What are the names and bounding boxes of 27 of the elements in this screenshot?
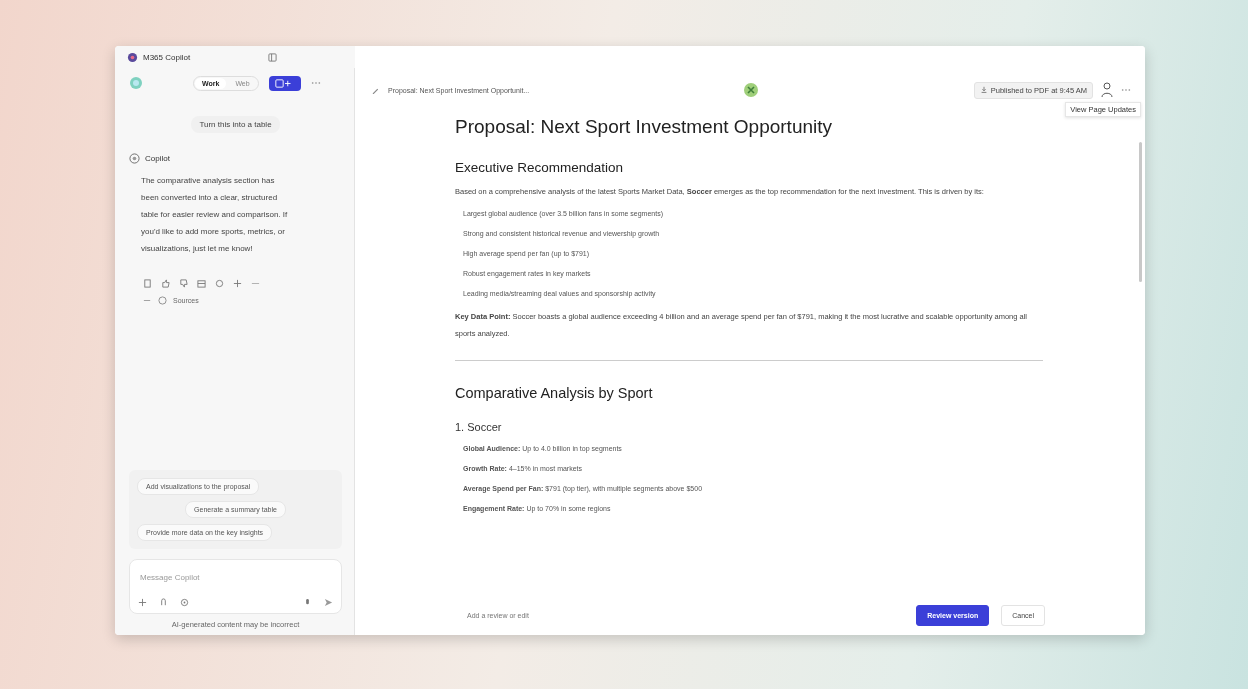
assistant-name: Copilot xyxy=(145,154,170,163)
add-icon[interactable] xyxy=(233,279,242,288)
copilot-logo-icon[interactable] xyxy=(129,76,143,90)
app-logo-icon xyxy=(127,51,138,63)
window-title: M365 Copilot xyxy=(143,52,191,62)
assistant-response: The comparative analysis section has been converted into a clear, structured table for easier review and comparison. If you'd like to add more sports, metrics, or visualizations, just let me know! xyxy=(141,175,289,255)
section-heading: Executive Recommendation xyxy=(455,160,625,175)
thumbs-down-icon[interactable] xyxy=(179,279,188,288)
microphone-icon[interactable] xyxy=(303,598,312,607)
document-title: Proposal: Next Sport Investment Opportunity xyxy=(455,116,833,138)
add-icon[interactable] xyxy=(138,598,147,607)
section-heading: Comparative Analysis by Sport xyxy=(455,385,654,401)
copy-icon[interactable] xyxy=(143,279,152,288)
subsection-heading: 1. Soccer xyxy=(455,421,503,433)
scrollbar[interactable] xyxy=(1139,142,1142,282)
message-input[interactable]: Message Copilot xyxy=(138,572,337,583)
panel-icon[interactable] xyxy=(268,52,277,62)
new-chat-button[interactable] xyxy=(268,75,301,91)
sources-icon xyxy=(158,296,167,305)
copilot-avatar-icon xyxy=(129,153,140,164)
thumbs-up-icon[interactable] xyxy=(161,279,170,288)
download-icon xyxy=(979,86,988,94)
loop-logo-icon xyxy=(743,82,760,98)
attach-icon[interactable] xyxy=(159,598,168,607)
person-icon[interactable] xyxy=(1101,82,1113,98)
send-icon[interactable] xyxy=(324,598,333,607)
user-message-bubble: Turn this into a table xyxy=(191,116,280,133)
